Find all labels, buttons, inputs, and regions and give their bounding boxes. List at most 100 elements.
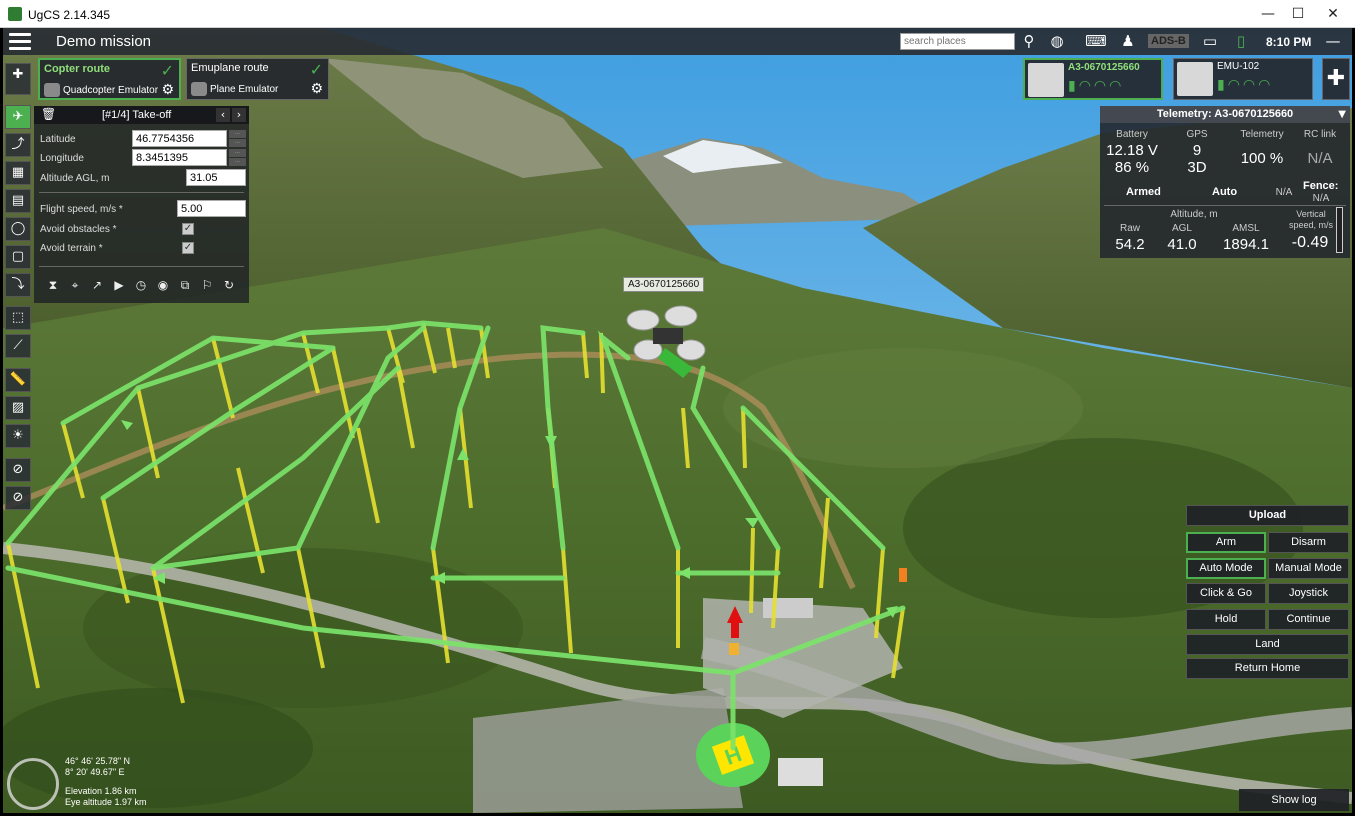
sun-icon[interactable]: ☀: [5, 424, 31, 448]
longitude-input[interactable]: [132, 149, 227, 166]
user-icon[interactable]: ♟: [1118, 32, 1138, 51]
hourglass-icon[interactable]: ⧗: [44, 278, 62, 296]
area-scan-icon[interactable]: ▦: [5, 161, 31, 185]
ruler-icon[interactable]: 📏: [5, 368, 31, 392]
trash-icon[interactable]: 🗑: [41, 107, 56, 121]
minimize-button[interactable]: —: [1253, 4, 1283, 24]
latitude-options-icon[interactable]: ⋯: [229, 130, 246, 138]
left-toolbar: ✚ ✈ ⤴ ▦ ▤ ◯ ▢ ⤵ ⬚ ⟋ 📏 ▨ ☀ ⊘ ⊘: [3, 58, 33, 518]
raw-value: 54.2: [1115, 236, 1145, 253]
waypoint-tool-icon[interactable]: ⤴: [5, 133, 31, 157]
vehicle-status-icons: ▮◠◠◠: [1217, 77, 1274, 93]
amsl-label: AMSL: [1232, 223, 1260, 234]
longitude-options-icon[interactable]: ⋯: [229, 149, 246, 157]
poi-icon[interactable]: ⌖: [66, 278, 84, 296]
route-card-copter[interactable]: Copter route Quadcopter Emulator ✓ ⚙: [38, 58, 181, 100]
route-name: Copter route: [44, 63, 110, 75]
battery-status-icon[interactable]: ▯: [1231, 32, 1251, 51]
battery-voltage: 12.18 V: [1106, 142, 1158, 159]
globe-icon[interactable]: ◍: [1048, 32, 1066, 51]
continue-button[interactable]: Continue: [1268, 609, 1349, 630]
fence-label: Fence:: [1303, 180, 1339, 192]
route-vehicle: Plane Emulator: [210, 84, 279, 95]
select-tool-icon[interactable]: ⬚: [5, 306, 31, 330]
vehicle-status-icons: ▮◠◠◠: [1068, 78, 1125, 94]
camera-icon[interactable]: ▶: [110, 278, 128, 296]
compass-icon[interactable]: [7, 758, 59, 810]
longitude-edit-icon[interactable]: ⋯: [229, 158, 246, 166]
nofly-zone-icon[interactable]: ▨: [5, 396, 31, 420]
click-go-button[interactable]: Click & Go: [1186, 583, 1266, 604]
vehicle-name: EMU-102: [1217, 61, 1260, 72]
yaw-icon[interactable]: ↗: [88, 278, 106, 296]
landing-icon[interactable]: ⤵: [5, 273, 31, 297]
map-viewport[interactable]: H Demo mission search places ⚲ ◍ ⌨ ♟ ADS…: [3, 28, 1352, 813]
vehicle-card-emu102[interactable]: EMU-102 ▮◠◠◠: [1173, 58, 1313, 100]
takeoff-icon[interactable]: ✈: [5, 105, 31, 129]
prohibit-icon[interactable]: ⊘: [5, 458, 31, 482]
refresh-icon[interactable]: ↻: [220, 278, 238, 296]
adsb-toggle[interactable]: ADS-B: [1148, 34, 1189, 48]
flight-speed-input[interactable]: [177, 200, 246, 217]
agl-value: 41.0: [1167, 236, 1197, 253]
gimbal-icon[interactable]: ⚐: [198, 278, 216, 296]
plane-icon: [191, 82, 207, 96]
show-log-button[interactable]: Show log: [1239, 789, 1349, 811]
map-latitude: 46° 46' 25.78" N: [65, 756, 131, 766]
joystick-button[interactable]: Joystick: [1268, 583, 1349, 604]
amsl-value: 1894.1: [1223, 236, 1269, 253]
add-route-icon[interactable]: ✚: [5, 63, 31, 95]
quadcopter-icon: [1028, 63, 1064, 97]
photogrammetry-icon[interactable]: ▤: [5, 189, 31, 213]
panorama-icon[interactable]: ⧉: [176, 278, 194, 296]
avoid-obstacles-checkbox[interactable]: ✓: [182, 223, 194, 235]
perimeter-icon[interactable]: ▢: [5, 245, 31, 269]
avoid-obstacles-label: Avoid obstacles *: [40, 224, 117, 235]
circle-tool-icon[interactable]: ◯: [5, 217, 31, 241]
camera-distance-icon[interactable]: ◉: [154, 278, 172, 296]
add-vehicle-button[interactable]: ✚: [1322, 58, 1350, 100]
upload-button[interactable]: Upload: [1186, 505, 1349, 526]
fence-value: N/A: [1312, 193, 1330, 204]
close-button[interactable]: ✕: [1318, 4, 1348, 24]
prohibit-alt-icon[interactable]: ⊘: [5, 486, 31, 510]
route-card-emuplane[interactable]: Emuplane route Plane Emulator ✓ ⚙: [186, 58, 329, 100]
gear-icon[interactable]: ⚙: [310, 81, 323, 97]
gps-fix: 3D: [1187, 159, 1207, 176]
land-button[interactable]: Land: [1186, 634, 1349, 655]
divider: [1104, 205, 1346, 206]
camera-timer-icon[interactable]: ◷: [132, 278, 150, 296]
latitude-input[interactable]: [132, 130, 227, 147]
battery-percent: 86 %: [1114, 159, 1150, 176]
arm-button[interactable]: Arm: [1186, 532, 1266, 553]
latitude-edit-icon[interactable]: ⋯: [229, 139, 246, 147]
gps-label: GPS: [1186, 129, 1208, 140]
search-icon[interactable]: ⚲: [1020, 32, 1038, 51]
vehicle-card-a3[interactable]: A3-0670125660 ▮◠◠◠: [1023, 58, 1163, 100]
manual-mode-button[interactable]: Manual Mode: [1268, 558, 1349, 579]
search-places-input[interactable]: [900, 33, 1015, 50]
return-home-button[interactable]: Return Home: [1186, 658, 1349, 679]
hold-button[interactable]: Hold: [1186, 609, 1266, 630]
path-tool-icon[interactable]: ⟋: [5, 334, 31, 358]
telemetry-title: Telemetry: A3-0670125660: [1156, 108, 1294, 120]
collapse-icon[interactable]: —: [1323, 32, 1343, 51]
keyboard-icon[interactable]: ⌨: [1078, 32, 1114, 51]
map-elevation: Elevation 1.86 km: [65, 786, 137, 796]
video-icon[interactable]: ▭: [1198, 32, 1222, 51]
vertical-speed-bar: [1336, 207, 1343, 253]
divider: [39, 192, 244, 193]
menu-icon[interactable]: [9, 33, 31, 50]
altitude-input[interactable]: [186, 169, 246, 186]
gear-icon[interactable]: ⚙: [161, 82, 174, 98]
longitude-label: Longitude: [40, 153, 84, 164]
maximize-button[interactable]: ☐: [1283, 4, 1313, 24]
next-waypoint-button[interactable]: ›: [232, 108, 246, 122]
auto-mode-button[interactable]: Auto Mode: [1186, 558, 1266, 579]
dropdown-icon[interactable]: ▼: [1338, 106, 1346, 123]
disarm-button[interactable]: Disarm: [1268, 532, 1349, 553]
avoid-terrain-checkbox[interactable]: ✓: [182, 242, 194, 254]
drone-label[interactable]: A3-0670125660: [623, 277, 705, 292]
previous-waypoint-button[interactable]: ‹: [216, 108, 230, 122]
armed-status: Armed: [1126, 186, 1161, 198]
